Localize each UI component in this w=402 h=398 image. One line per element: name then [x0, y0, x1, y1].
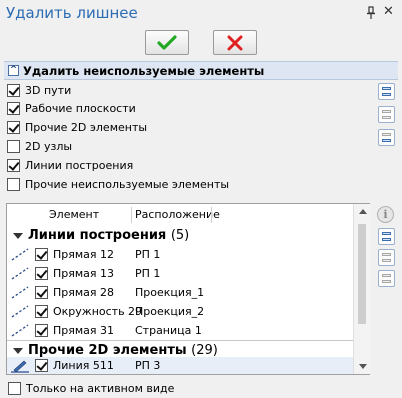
element-location: РП 3	[135, 359, 161, 372]
list-invert-button[interactable]	[378, 270, 395, 287]
deselect-all-button[interactable]	[378, 106, 395, 123]
row-checkbox[interactable]	[35, 267, 48, 280]
expand-triangle-icon[interactable]	[13, 233, 23, 239]
invert-selection-button[interactable]	[378, 129, 395, 146]
pin-icon[interactable]	[365, 6, 377, 20]
option-label: Прочие 2D элементы	[25, 121, 148, 134]
dashed-line-icon	[11, 305, 29, 318]
option-label: Линии построения	[25, 159, 134, 172]
ok-button[interactable]	[145, 30, 189, 55]
option-label: Рабочие плоскости	[25, 102, 136, 115]
table-row[interactable]: Окружность 29 Проекция_2	[7, 302, 353, 321]
option-checkbox-2d-nodes[interactable]	[7, 140, 20, 153]
expand-triangle-icon[interactable]	[13, 348, 23, 354]
option-checkbox-other-unused[interactable]	[7, 178, 20, 191]
scroll-down-icon[interactable]	[359, 364, 367, 369]
element-name: Прямая 31	[53, 324, 115, 337]
option-label: Прочие неиспользуемые элементы	[25, 178, 230, 191]
scroll-up-icon[interactable]	[359, 209, 367, 214]
element-name: Окружность 29	[53, 305, 143, 318]
element-name: Линия 511	[53, 359, 114, 372]
option-checkbox-3d-paths[interactable]	[7, 84, 20, 97]
dashed-line-icon	[11, 248, 29, 261]
group-title: Прочие 2D элементы (29)	[28, 343, 218, 358]
table-row[interactable]: Линия 511 РП 3	[7, 357, 353, 374]
table-row[interactable]: Прямая 31 Страница 1	[7, 321, 353, 340]
table-row[interactable]: Прямая 28 Проекция_1	[7, 283, 353, 302]
section-title: Удалить неиспользуемые элементы	[23, 64, 265, 78]
cross-icon	[227, 35, 243, 50]
element-name: Прямая 28	[53, 286, 115, 299]
elements-list: Элемент Расположение Линии построения (5…	[6, 203, 370, 375]
group-row-construction-lines[interactable]: Линии построения (5)	[7, 226, 353, 245]
title-bar: Удалить лишнее ✕	[0, 0, 402, 28]
row-checkbox[interactable]	[35, 248, 48, 261]
option-label: 2D узлы	[25, 140, 73, 153]
collapse-icon[interactable]: ^	[8, 65, 19, 76]
select-all-button[interactable]	[378, 83, 395, 100]
pen-line-icon	[11, 360, 29, 373]
list-deselect-all-button[interactable]	[378, 249, 395, 266]
element-location: Проекция_1	[135, 286, 205, 299]
dashed-line-icon	[11, 267, 29, 280]
dashed-line-icon	[11, 286, 29, 299]
section-header[interactable]: ^ Удалить неиспользуемые элементы	[4, 61, 398, 80]
vertical-scrollbar[interactable]	[353, 204, 370, 374]
table-row[interactable]: Прямая 13 РП 1	[7, 264, 353, 283]
column-header-location[interactable]: Расположение	[135, 206, 220, 224]
element-location: Страница 1	[135, 324, 202, 337]
info-icon[interactable]: i	[377, 206, 394, 223]
close-icon[interactable]: ✕	[383, 5, 394, 19]
checkmark-icon	[157, 34, 177, 50]
element-name: Прямая 13	[53, 267, 115, 280]
column-header-element[interactable]: Элемент	[49, 206, 99, 224]
window-title: Удалить лишнее	[6, 4, 138, 22]
table-row[interactable]: Прямая 12 РП 1	[7, 245, 353, 264]
option-checkbox-work-planes[interactable]	[7, 102, 20, 115]
list-select-all-button[interactable]	[378, 228, 395, 245]
dashed-line-icon	[11, 324, 29, 337]
row-checkbox[interactable]	[35, 305, 48, 318]
element-name: Прямая 12	[53, 248, 115, 261]
option-label: 3D пути	[25, 84, 72, 97]
row-checkbox[interactable]	[35, 324, 48, 337]
cancel-button[interactable]	[213, 30, 257, 55]
row-checkbox[interactable]	[35, 286, 48, 299]
scroll-thumb[interactable]	[358, 224, 366, 324]
element-location: РП 1	[135, 248, 161, 261]
group-title: Линии построения (5)	[28, 228, 190, 243]
active-view-label: Только на активном виде	[26, 382, 175, 395]
active-view-checkbox[interactable]	[8, 382, 21, 395]
option-checkbox-other-2d[interactable]	[7, 121, 20, 134]
column-divider[interactable]	[211, 207, 212, 223]
element-location: Проекция_2	[135, 305, 205, 318]
row-checkbox[interactable]	[35, 359, 48, 372]
column-divider[interactable]	[131, 207, 132, 223]
element-location: РП 1	[135, 267, 161, 280]
option-checkbox-construction-lines[interactable]	[7, 159, 20, 172]
